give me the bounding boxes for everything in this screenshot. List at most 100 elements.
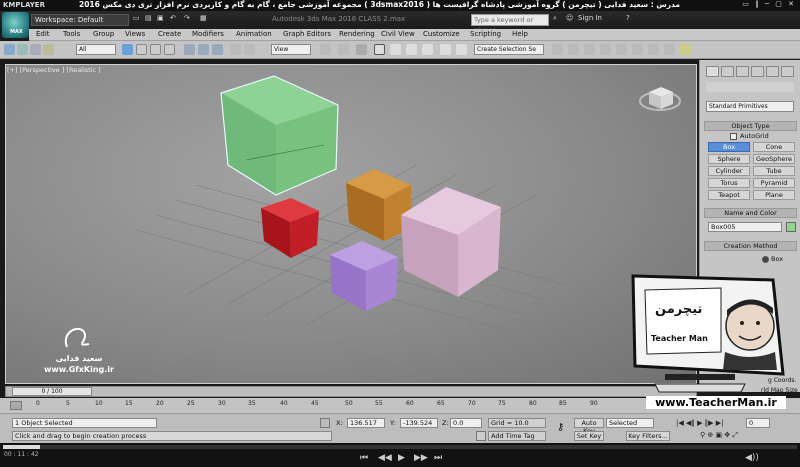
reference-coordinate-dropdown[interactable]: View (271, 44, 311, 55)
geosphere-button[interactable]: GeoSphere (753, 154, 795, 164)
time-slider-thumb[interactable]: 0 / 100 (12, 387, 92, 396)
cylinder-button[interactable]: Cylinder (708, 166, 750, 176)
named-selection-set-dropdown[interactable]: Create Selection Se (474, 44, 544, 55)
menu-animation[interactable]: Animation (236, 30, 272, 38)
name-and-color-rollout[interactable]: Name and Color (704, 208, 797, 218)
playback-controls[interactable]: |◀ ◀‖ ▶ ‖▶ ▶| (676, 419, 736, 428)
project-folder-icon[interactable]: ▦ (200, 14, 207, 26)
pivot-icon[interactable] (244, 44, 255, 55)
primitive-type-dropdown[interactable]: Standard Primitives (706, 101, 794, 112)
rendered-frame-icon[interactable] (664, 44, 675, 55)
select-object-icon[interactable] (122, 44, 133, 55)
menu-graph-editors[interactable]: Graph Editors (283, 30, 331, 38)
select-link-icon[interactable] (17, 44, 28, 55)
hierarchy-tab-icon[interactable] (736, 66, 749, 77)
box-button[interactable]: Box (708, 142, 750, 152)
y-coordinate-field[interactable]: -139.524 (400, 418, 438, 428)
percent-snap-icon[interactable] (406, 44, 417, 55)
creation-method-rollout[interactable]: Creation Method (704, 241, 797, 251)
rewind-icon[interactable]: ◀◀ (378, 453, 392, 463)
undo-icon[interactable]: ↶ (170, 14, 176, 26)
align-icon[interactable] (552, 44, 563, 55)
menu-scripting[interactable]: Scripting (470, 30, 501, 38)
lock-selection-icon[interactable] (320, 418, 330, 428)
key-filters-button[interactable]: Key Filters... (626, 431, 670, 441)
undo-toolbar-icon[interactable] (4, 44, 15, 55)
utilities-tab-icon[interactable] (781, 66, 794, 77)
search-input[interactable]: Type a keyword or phrase (471, 14, 549, 34)
viewport-nav-controls[interactable]: ⚲ ⊕ ▣ ✥ ⤢ (700, 431, 790, 440)
z-coordinate-field[interactable]: 0.0 (450, 418, 482, 428)
pyramid-button[interactable]: Pyramid (753, 178, 795, 188)
redo-icon[interactable]: ↷ (184, 14, 190, 26)
menu-modifiers[interactable]: Modifiers (192, 30, 224, 38)
torus-button[interactable]: Torus (708, 178, 750, 188)
menu-civil-view[interactable]: Civil View (381, 30, 415, 38)
next-icon[interactable]: ⏭ (434, 453, 442, 463)
play-icon[interactable]: ▶ (398, 453, 405, 463)
sphere-button[interactable]: Sphere (708, 154, 750, 164)
help-icon[interactable]: ? (626, 14, 630, 26)
x-coordinate-field[interactable]: 136.517 (347, 418, 385, 428)
render-setup-icon[interactable] (648, 44, 659, 55)
layer-manager-icon[interactable] (568, 44, 579, 55)
menu-tools[interactable]: Tools (63, 30, 80, 38)
save-file-icon[interactable]: ▣ (157, 14, 164, 26)
spinner-snap-icon[interactable] (422, 44, 433, 55)
menu-views[interactable]: Views (125, 30, 145, 38)
move-icon[interactable] (184, 44, 195, 55)
menu-rendering[interactable]: Rendering (339, 30, 375, 38)
modify-tab-icon[interactable] (721, 66, 734, 77)
purple-box[interactable] (330, 241, 398, 311)
menu-customize[interactable]: Customize (423, 30, 460, 38)
tube-button[interactable]: Tube (753, 166, 795, 176)
video-progress-bar[interactable] (3, 445, 797, 449)
autogrid-checkbox[interactable] (730, 133, 737, 140)
teapot-button[interactable]: Teapot (708, 190, 750, 200)
menu-edit[interactable]: Edit (36, 30, 50, 38)
add-time-tag-button[interactable]: Add Time Tag (488, 431, 546, 441)
rect-selection-icon[interactable] (150, 44, 161, 55)
user-icon[interactable]: ☺ (566, 14, 573, 26)
max-logo-button[interactable]: MAX (2, 12, 29, 38)
green-box[interactable] (220, 75, 339, 196)
object-name-field[interactable]: Box005 (708, 222, 782, 232)
snap-toggle-icon[interactable] (374, 44, 385, 55)
select-manipulate-icon[interactable] (338, 44, 349, 55)
player-window-controls[interactable]: ▭ ‖ ─ ▢ ✕ (742, 0, 796, 8)
red-box[interactable] (261, 198, 319, 258)
mirror-icon[interactable] (456, 44, 467, 55)
window-crossing-icon[interactable] (164, 44, 175, 55)
previous-icon[interactable]: ⏮ (360, 453, 368, 463)
key-icon[interactable]: ⚷ (557, 422, 564, 433)
mini-curve-editor-icon[interactable] (10, 401, 22, 410)
object-color-swatch[interactable] (786, 222, 796, 232)
new-file-icon[interactable]: ▭ (133, 14, 140, 26)
scale-icon[interactable] (212, 44, 223, 55)
search-icon[interactable]: ⌕ (553, 14, 557, 26)
unlink-icon[interactable] (30, 44, 41, 55)
graphite-ribbon-icon[interactable] (584, 44, 595, 55)
open-file-icon[interactable]: ▤ (145, 14, 152, 26)
sign-in-link[interactable]: Sign In (578, 14, 602, 26)
curve-editor-icon[interactable] (600, 44, 611, 55)
selection-filter-dropdown[interactable]: All (76, 44, 116, 55)
rotate-icon[interactable] (198, 44, 209, 55)
create-tab-icon[interactable] (706, 66, 719, 77)
menu-group[interactable]: Group (93, 30, 114, 38)
motion-tab-icon[interactable] (751, 66, 764, 77)
time-tag-icon[interactable] (476, 431, 486, 441)
set-key-button[interactable]: Set Key (574, 431, 604, 441)
plane-button[interactable]: Plane (753, 190, 795, 200)
time-slider[interactable]: 0 / 100 (5, 386, 697, 397)
auto-key-button[interactable]: Auto Key (574, 418, 604, 435)
select-by-name-icon[interactable] (136, 44, 147, 55)
object-type-rollout[interactable]: Object Type (704, 121, 797, 131)
box-method-radio[interactable] (762, 256, 769, 263)
forward-icon[interactable]: ▶▶ (414, 453, 428, 463)
volume-icon[interactable]: ◀)) (745, 453, 759, 463)
viewport-label[interactable]: [+] [Perspective ] [Realistic ] (7, 66, 101, 74)
use-pivot-icon[interactable] (320, 44, 331, 55)
display-tab-icon[interactable] (766, 66, 779, 77)
menu-create[interactable]: Create (158, 30, 181, 38)
